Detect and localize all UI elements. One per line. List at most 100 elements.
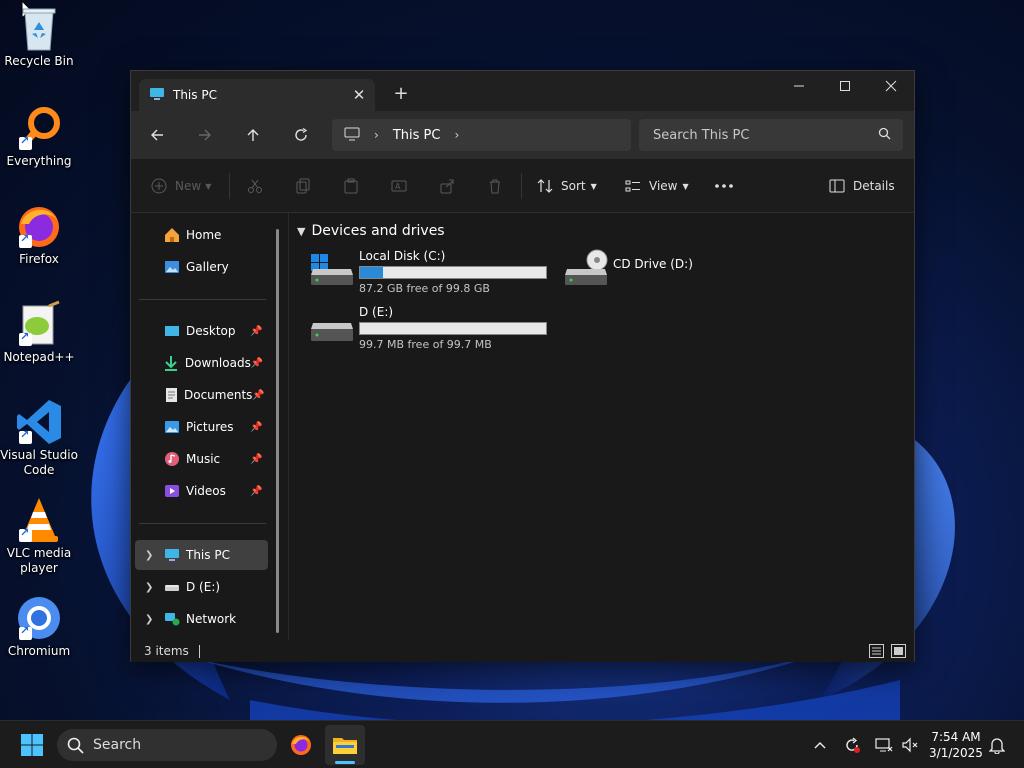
tab-this-pc[interactable]: This PC ✕ — [139, 79, 375, 111]
start-button[interactable] — [12, 725, 52, 765]
chevron-right-icon[interactable]: ❯ — [145, 550, 153, 561]
notepad-plus-plus-icon — [15, 300, 63, 348]
drive-name: Local Disk (C:) — [359, 249, 446, 263]
navigation-bar: › This PC › Search This PC — [131, 111, 914, 159]
new-button[interactable]: New ▼ — [151, 174, 211, 198]
rename-button[interactable]: A — [391, 174, 407, 198]
windows-drive-icon — [309, 249, 355, 289]
chevron-right-icon[interactable]: ❯ — [145, 582, 153, 593]
taskbar-search-input[interactable]: Search — [93, 737, 141, 753]
chevron-right-icon[interactable]: › — [374, 128, 379, 142]
desktop-icon-vscode[interactable]: Visual Studio Code — [0, 398, 78, 478]
shortcut-arrow-icon — [19, 134, 32, 150]
sidebar-item-label: D (E:) — [186, 580, 221, 594]
chevron-down-icon: ▼ — [682, 181, 689, 191]
sidebar-item-desktop[interactable]: Desktop 📌 — [135, 316, 268, 346]
drive-d-e[interactable]: D (E:) 99.7 MB free of 99.7 MB — [309, 305, 547, 351]
desktop-folder-icon — [163, 322, 181, 340]
paste-button[interactable] — [343, 174, 359, 198]
search-box[interactable]: Search This PC — [639, 119, 903, 151]
details-button[interactable]: Details — [829, 174, 895, 198]
chevron-down-icon: ▼ — [297, 224, 306, 238]
devices-and-drives-header[interactable]: ▼ Devices and drives — [297, 223, 445, 239]
sidebar-item-network[interactable]: ❯ Network — [135, 604, 268, 634]
pin-icon[interactable]: 📌 — [250, 454, 264, 465]
chevron-right-icon[interactable]: ❯ — [145, 614, 153, 625]
taskbar-search-box[interactable]: Search — [57, 729, 277, 761]
share-button[interactable] — [439, 174, 455, 198]
desktop-icon-vlc[interactable]: VLC media player — [0, 496, 78, 576]
back-button[interactable] — [143, 121, 171, 149]
chevron-right-icon[interactable]: › — [454, 128, 459, 142]
sidebar-item-documents[interactable]: Documents 📌 — [135, 380, 268, 410]
desktop-icon-firefox[interactable]: Firefox — [0, 202, 78, 267]
desktop-icon-everything[interactable]: Everything — [0, 104, 78, 169]
pin-icon[interactable]: 📌 — [250, 486, 264, 497]
sidebar-item-videos[interactable]: Videos 📌 — [135, 476, 268, 506]
chevron-down-icon: ▼ — [590, 181, 597, 191]
desktop-icon-chromium[interactable]: Chromium — [0, 594, 78, 659]
status-divider — [198, 644, 200, 658]
details-view-button[interactable] — [869, 644, 884, 661]
copy-button[interactable] — [295, 174, 311, 198]
show-hidden-icons-button[interactable] — [808, 733, 832, 757]
group-title: Devices and drives — [311, 223, 445, 239]
sidebar-item-home[interactable]: Home — [135, 220, 268, 250]
close-icon — [885, 80, 897, 92]
tiles-view-button[interactable] — [891, 644, 906, 661]
drive-local-disk-c[interactable]: Local Disk (C:) 87.2 GB free of 99.8 GB — [309, 249, 547, 295]
system-clock[interactable]: 7:54 AM 3/1/2025 — [918, 729, 994, 761]
cut-button[interactable] — [247, 174, 263, 198]
sidebar-item-music[interactable]: Music 📌 — [135, 444, 268, 474]
desktop-icon-notepad-plus-plus[interactable]: Notepad++ — [0, 300, 78, 365]
desktop-icon-label: Recycle Bin — [4, 54, 74, 68]
sidebar-item-this-pc[interactable]: ❯ This PC — [135, 540, 268, 570]
pin-icon[interactable]: 📌 — [251, 358, 264, 369]
pin-icon[interactable]: 📌 — [252, 390, 264, 401]
breadcrumb-this-pc[interactable]: This PC — [393, 128, 441, 143]
refresh-button[interactable] — [287, 121, 315, 149]
minimize-button[interactable] — [776, 71, 822, 101]
sync-status-icon[interactable] — [840, 733, 864, 757]
delete-button[interactable] — [487, 174, 503, 198]
sidebar-item-downloads[interactable]: Downloads 📌 — [135, 348, 268, 378]
pin-icon[interactable]: 📌 — [250, 326, 264, 337]
drive-free-space: 99.7 MB free of 99.7 MB — [359, 338, 492, 351]
videos-icon — [163, 482, 181, 500]
title-bar[interactable]: This PC ✕ + — [131, 71, 914, 111]
taskbar: Search 7:54 AM 3/1/2025 — [0, 720, 1024, 768]
sidebar-item-gallery[interactable]: Gallery — [135, 252, 268, 282]
desktop-icon-recycle-bin[interactable]: Recycle Bin — [0, 4, 78, 69]
taskbar-firefox[interactable] — [281, 725, 321, 765]
sidebar-item-label: Music — [186, 452, 221, 466]
forward-button[interactable] — [191, 121, 219, 149]
this-pc-icon — [163, 546, 181, 564]
drive-usage-bar — [359, 322, 547, 335]
this-pc-icon — [149, 86, 165, 105]
divider — [229, 173, 230, 199]
more-options-button[interactable] — [715, 174, 733, 198]
notifications-button[interactable] — [985, 733, 1009, 757]
drive-cd-d[interactable]: CD Drive (D:) — [563, 249, 693, 289]
close-tab-button[interactable]: ✕ — [347, 83, 371, 107]
drive-icon — [309, 305, 355, 345]
maximize-icon — [840, 81, 850, 91]
view-button[interactable]: View ▼ — [625, 174, 689, 198]
sidebar-scrollbar[interactable] — [276, 229, 279, 633]
up-button[interactable] — [239, 121, 267, 149]
maximize-button[interactable] — [822, 71, 868, 101]
search-input[interactable]: Search This PC — [653, 128, 878, 143]
taskbar-file-explorer[interactable] — [325, 725, 365, 765]
network-status-icon[interactable] — [872, 733, 896, 757]
sidebar-item-pictures[interactable]: Pictures 📌 — [135, 412, 268, 442]
more-icon — [715, 184, 733, 188]
close-window-button[interactable] — [868, 71, 914, 101]
sort-button[interactable]: Sort ▼ — [537, 174, 597, 198]
pin-icon[interactable]: 📌 — [250, 422, 264, 433]
address-bar[interactable]: › This PC › — [332, 119, 631, 151]
sidebar-item-label: Gallery — [186, 260, 229, 274]
details-label: Details — [853, 179, 895, 193]
sidebar-item-drive-e[interactable]: ❯ D (E:) — [135, 572, 268, 602]
new-tab-button[interactable]: + — [389, 83, 413, 107]
file-explorer-window[interactable]: This PC ✕ + › This PC › Search This PC N… — [130, 70, 915, 662]
